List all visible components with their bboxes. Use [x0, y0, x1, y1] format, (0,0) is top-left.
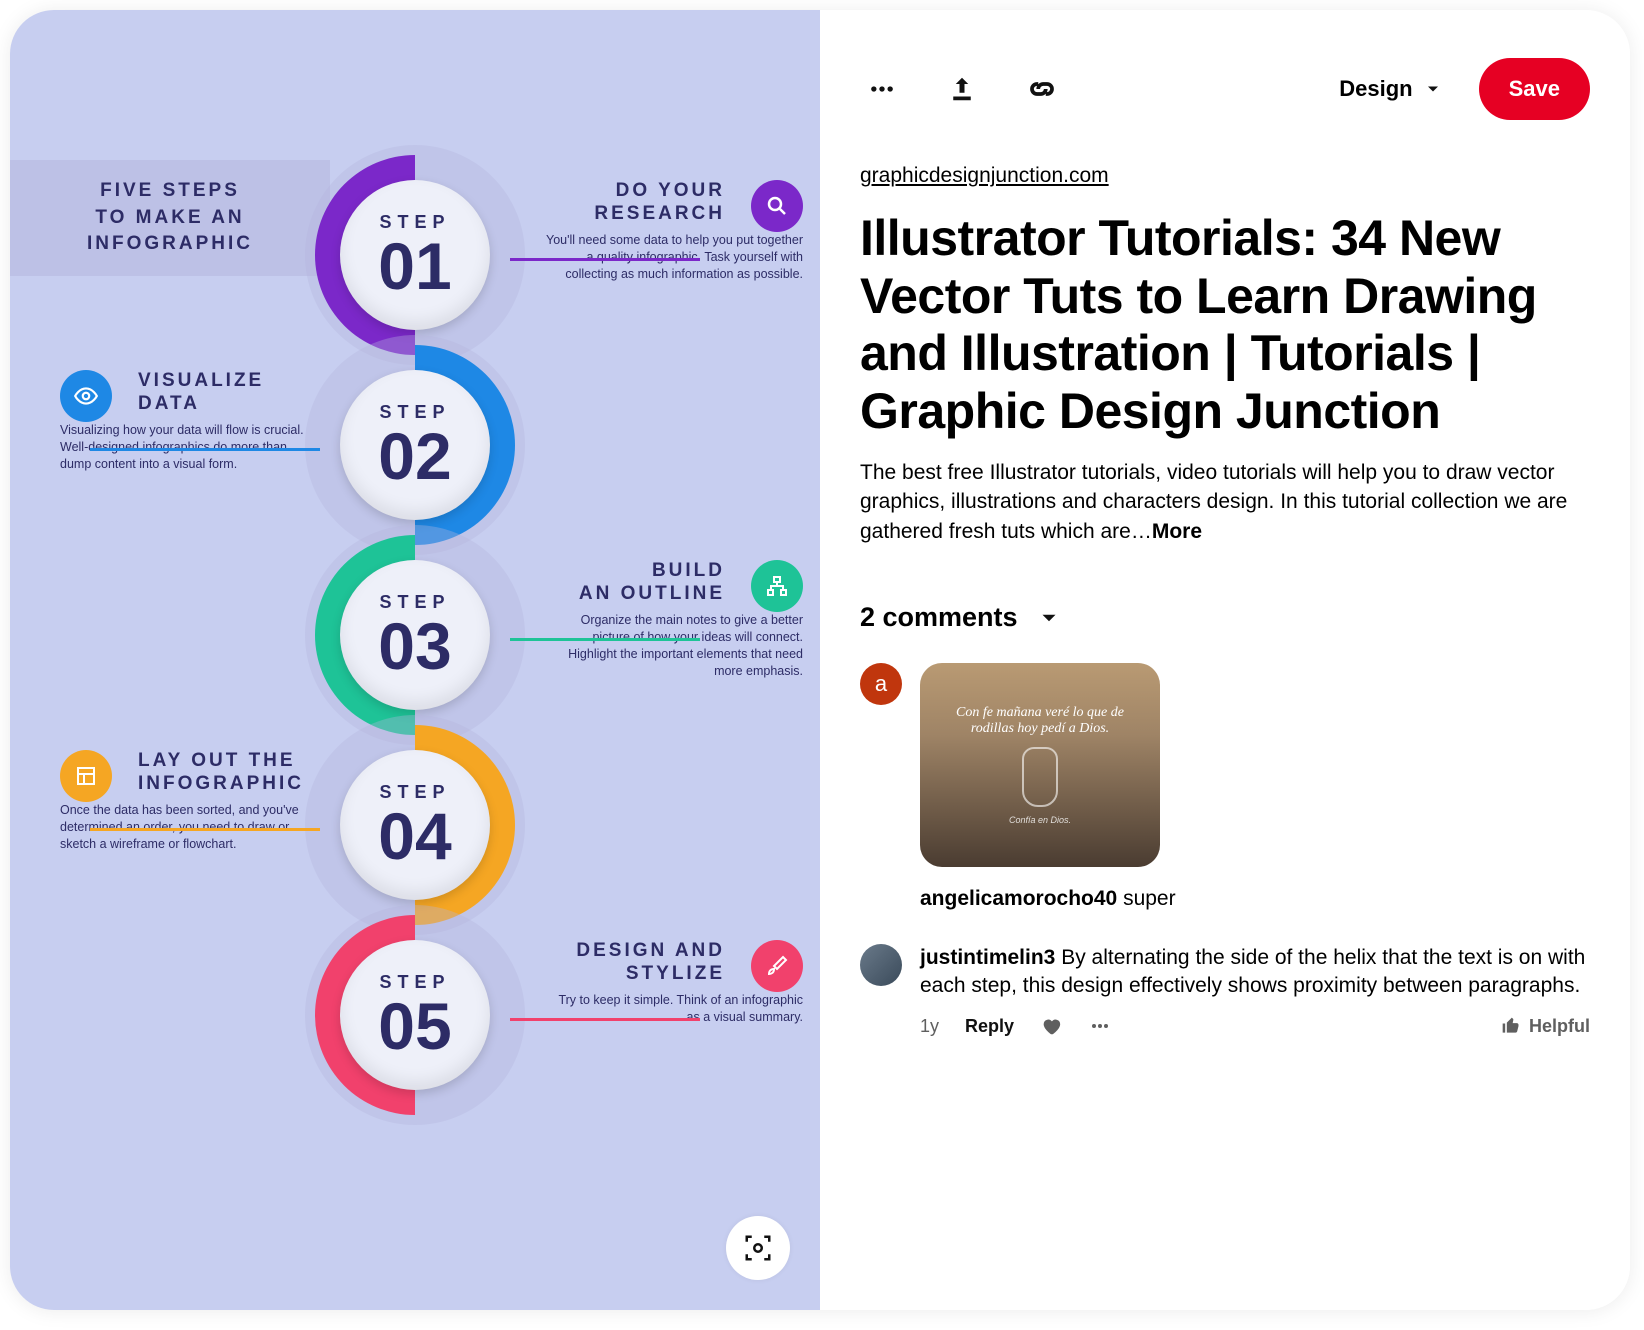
- callout-body: Organize the main notes to give a better…: [545, 612, 803, 680]
- avatar[interactable]: [860, 944, 902, 986]
- connector-line: [510, 1018, 700, 1021]
- eye-icon: [60, 370, 112, 422]
- connector-line: [510, 638, 700, 641]
- comment-age: 1y: [920, 1016, 939, 1037]
- step-circle: STEP02: [305, 335, 525, 555]
- step-callout: DO YOURRESEARCHYou'll need some data to …: [545, 180, 803, 283]
- steps-column: STEP01STEP02STEP03STEP04STEP05: [305, 145, 525, 1125]
- comment: justintimelin3 By alternating the side o…: [860, 944, 1590, 1039]
- comment: a Con fe mañana veré lo que de rodillas …: [860, 663, 1590, 913]
- callout-head: LAY OUT THEINFOGRAPHIC: [138, 750, 304, 796]
- step-circle: STEP04: [305, 715, 525, 935]
- connector-line: [510, 258, 700, 261]
- more-options-button[interactable]: [860, 67, 904, 111]
- step-callout: LAY OUT THEINFOGRAPHICOnce the data has …: [60, 750, 318, 853]
- thumbs-up-icon: [1501, 1016, 1521, 1036]
- board-picker[interactable]: Design: [1339, 76, 1442, 102]
- more-link[interactable]: More: [1152, 520, 1202, 543]
- comment-attachment[interactable]: Con fe mañana veré lo que de rodillas ho…: [920, 663, 1160, 867]
- step-number: 03: [378, 613, 451, 679]
- helpful-button[interactable]: Helpful: [1501, 1016, 1590, 1037]
- step-number: 02: [378, 423, 451, 489]
- comment-more-button[interactable]: [1088, 1014, 1112, 1038]
- search-icon: [751, 180, 803, 232]
- step-circle: STEP03: [305, 525, 525, 745]
- callout-head: BUILDAN OUTLINE: [579, 560, 725, 606]
- toolbar: Design Save: [860, 58, 1590, 120]
- chevron-down-icon: [1036, 605, 1062, 631]
- connector-line: [90, 448, 320, 451]
- layout-icon: [60, 750, 112, 802]
- like-button[interactable]: [1040, 1015, 1062, 1037]
- source-link[interactable]: graphicdesignjunction.com: [860, 164, 1109, 188]
- save-button[interactable]: Save: [1479, 58, 1590, 120]
- brush-icon: [751, 940, 803, 992]
- title-line: TO MAKE AN: [30, 205, 310, 232]
- title-line: FIVE STEPS: [30, 178, 310, 205]
- step-callout: VISUALIZEDATAVisualizing how your data w…: [60, 370, 318, 473]
- helpful-label: Helpful: [1529, 1016, 1590, 1037]
- comment-meta: 1y Reply Helpful: [920, 1014, 1590, 1038]
- callout-head: VISUALIZEDATA: [138, 370, 264, 416]
- step-number: 04: [378, 803, 451, 869]
- step-number: 01: [378, 233, 451, 299]
- share-button[interactable]: [940, 67, 984, 111]
- infographic-title: FIVE STEPS TO MAKE AN INFOGRAPHIC: [10, 160, 330, 276]
- board-label: Design: [1339, 76, 1412, 102]
- comment-text: super: [1123, 887, 1176, 910]
- lamp-icon: [1022, 747, 1058, 807]
- callout-head: DESIGN ANDSTYLIZE: [576, 940, 725, 986]
- pin-image[interactable]: FIVE STEPS TO MAKE AN INFOGRAPHIC STEP01…: [10, 10, 820, 1310]
- comment-user[interactable]: angelicamorocho40: [920, 887, 1117, 910]
- pin-closeup-card: FIVE STEPS TO MAKE AN INFOGRAPHIC STEP01…: [10, 10, 1630, 1310]
- step-callout: DESIGN ANDSTYLIZETry to keep it simple. …: [545, 940, 803, 1026]
- comments-header[interactable]: 2 comments: [860, 602, 1590, 633]
- step-circle: STEP05: [305, 905, 525, 1125]
- pin-description: The best free Illustrator tutorials, vid…: [860, 458, 1590, 546]
- thumb-footer: Confía en Dios.: [1009, 815, 1071, 825]
- zoom-button[interactable]: [726, 1216, 790, 1280]
- avatar[interactable]: a: [860, 663, 902, 705]
- comments-count: 2 comments: [860, 602, 1018, 633]
- step-callout: BUILDAN OUTLINE Organize the main notes t…: [545, 560, 803, 680]
- sitemap-icon: [751, 560, 803, 612]
- chevron-down-icon: [1423, 79, 1443, 99]
- step-number: 05: [378, 993, 451, 1059]
- step-circle: STEP01: [305, 145, 525, 365]
- comment-body: justintimelin3 By alternating the side o…: [920, 944, 1590, 1001]
- pin-title: Illustrator Tutorials: 34 New Vector Tut…: [860, 210, 1590, 440]
- pin-desc-text: The best free Illustrator tutorials, vid…: [860, 461, 1567, 543]
- comment-body: angelicamorocho40 super: [920, 885, 1590, 913]
- connector-line: [90, 828, 320, 831]
- title-line: INFOGRAPHIC: [30, 231, 310, 258]
- copy-link-button[interactable]: [1020, 67, 1064, 111]
- pin-detail-panel: Design Save graphicdesignjunction.com Il…: [820, 10, 1630, 1310]
- thumb-text: Con fe mañana veré lo que de rodillas ho…: [940, 705, 1140, 737]
- reply-button[interactable]: Reply: [965, 1016, 1014, 1037]
- callout-head: DO YOURRESEARCH: [594, 180, 725, 226]
- comment-user[interactable]: justintimelin3: [920, 946, 1055, 969]
